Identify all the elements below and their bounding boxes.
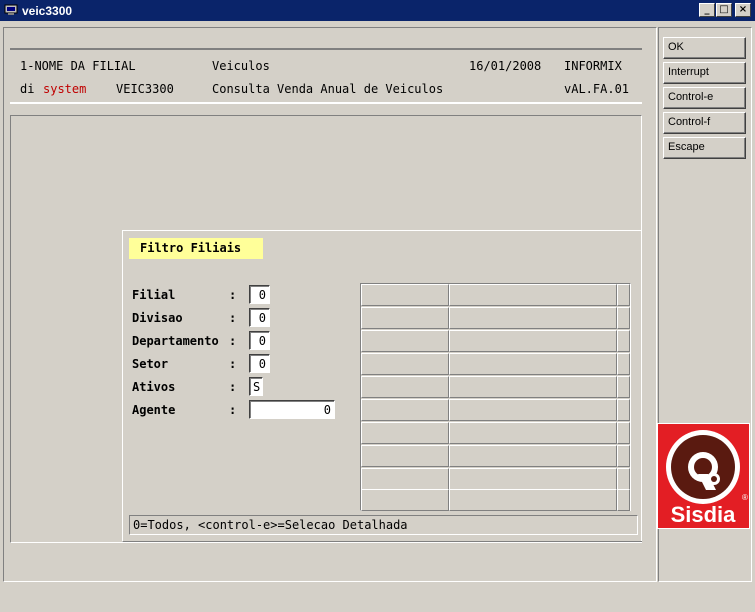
selection-grid[interactable] [360,283,631,511]
sisdia-mark-icon: Sisdia ® [666,430,748,527]
setor-field[interactable]: 0 [249,354,270,373]
grid-row[interactable] [361,489,630,511]
grid-row[interactable] [361,468,630,490]
departamento-label: Departamento [132,334,219,348]
grid-row[interactable] [361,330,630,352]
departamento-field[interactable]: 0 [249,331,270,350]
ativos-colon: : [229,380,237,394]
control-e-button[interactable]: Control-e [663,87,746,109]
logo-registered: ® [742,493,748,502]
setor-label: Setor [132,357,169,371]
brand-suffix: system [43,82,87,96]
filial-label: Filial [132,288,176,302]
grid-row[interactable] [361,399,630,421]
setor-colon: : [229,357,237,371]
ativos-label: Ativos [132,380,176,394]
filial-field[interactable]: 0 [249,285,270,304]
status-line: 0=Todos, <control-e>=Selecao Detalhada [129,515,638,535]
agente-colon: : [229,403,237,417]
database-name: INFORMIX [564,59,622,73]
grid-row[interactable] [361,284,630,306]
grid-row[interactable] [361,376,630,398]
interrupt-button[interactable]: Interrupt [663,62,746,84]
divisao-field[interactable]: 0 [249,308,270,327]
filial-colon: : [229,288,237,302]
filial-name: 1-NOME DA FILIAL [20,59,136,73]
escape-button[interactable]: Escape [663,137,746,159]
agente-field[interactable]: 0 [249,400,335,419]
close-button[interactable]: × [735,3,751,17]
program-code: VEIC3300 [116,82,174,96]
grid-row[interactable] [361,307,630,329]
control-f-button[interactable]: Control-f [663,112,746,134]
grid-row[interactable] [361,353,630,375]
logo-text: Sisdia [671,502,737,527]
window-titlebar[interactable]: veic3300 _ □ × [0,0,755,21]
sisdia-logo: Sisdia ® [657,423,750,529]
header: 1-NOME DA FILIAL Veiculos 16/01/2008 INF… [10,48,642,104]
divisao-colon: : [229,311,237,325]
module-name: Veiculos [212,59,270,73]
app-icon [4,4,18,15]
program-description: Consulta Venda Anual de Veiculos [212,82,444,96]
ok-button[interactable]: OK [663,37,746,59]
header-date: 16/01/2008 [469,59,542,73]
grid-row[interactable] [361,422,630,444]
brand-prefix: di [20,82,35,96]
minimize-button[interactable]: _ [699,3,715,17]
filter-title: Filtro Filiais [129,238,263,259]
ativos-field[interactable]: S [249,377,263,396]
divisao-label: Divisao [132,311,183,325]
departamento-colon: : [229,334,237,348]
window-title: veic3300 [22,4,73,18]
grid-row[interactable] [361,445,630,467]
maximize-button[interactable]: □ [716,3,732,17]
agente-label: Agente [132,403,176,417]
program-version: vAL.FA.01 [564,82,630,96]
